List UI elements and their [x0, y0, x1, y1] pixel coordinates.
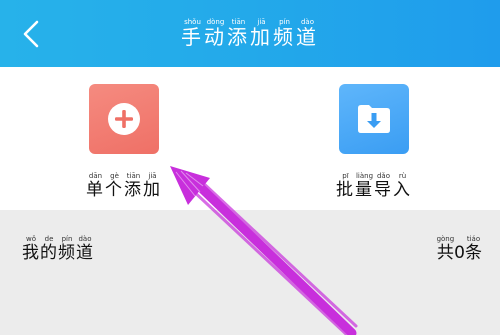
glyph: 添tiān — [227, 18, 250, 49]
single-add-button[interactable] — [89, 84, 159, 154]
glyph: 我wǒ — [22, 235, 40, 263]
top-bar: 手shǒu动dòng添tiān加jiā频pín道dào — [0, 0, 500, 67]
glyph: 条tiáo — [464, 235, 482, 263]
glyph: 加jiā — [250, 18, 273, 49]
glyph: 添tiān — [124, 172, 143, 200]
add-options-panel: 单dān个gè添tiān加jiā 批pī量liàng导dǎo入rù — [0, 67, 500, 210]
glyph: 加jiā — [143, 172, 162, 200]
glyph: 个gè — [105, 172, 124, 200]
single-add-label[interactable]: 单dān个gè添tiān加jiā — [54, 172, 194, 200]
glyph: 频pín — [273, 18, 296, 49]
glyph: 单dān — [86, 172, 105, 200]
batch-import-button[interactable] — [339, 84, 409, 154]
channel-count: 共gòng0条tiáo — [437, 235, 482, 263]
glyph: 量liàng — [355, 172, 374, 200]
glyph: 0 — [454, 243, 465, 263]
page-title: 手shǒu动dòng添tiān加jiā频pín道dào — [0, 18, 500, 50]
glyph: 入rù — [393, 172, 412, 200]
glyph: 批pī — [336, 172, 355, 200]
glyph: 手shǒu — [181, 18, 204, 49]
glyph: 道dào — [296, 18, 319, 49]
glyph: 道dào — [76, 235, 94, 263]
batch-import-label[interactable]: 批pī量liàng导dǎo入rù — [304, 172, 444, 200]
glyph: 导dǎo — [374, 172, 393, 200]
glyph: 的de — [40, 235, 58, 263]
my-channels-heading: 我wǒ的de频pín道dào — [22, 235, 94, 263]
plus-circle-icon — [108, 103, 140, 135]
my-channels-section: 我wǒ的de频pín道dào 共gòng0条tiáo — [0, 210, 500, 335]
glyph: 共gòng — [436, 235, 455, 263]
folder-download-icon — [358, 105, 390, 133]
glyph: 动dòng — [204, 18, 227, 49]
glyph: 频pín — [58, 235, 76, 263]
